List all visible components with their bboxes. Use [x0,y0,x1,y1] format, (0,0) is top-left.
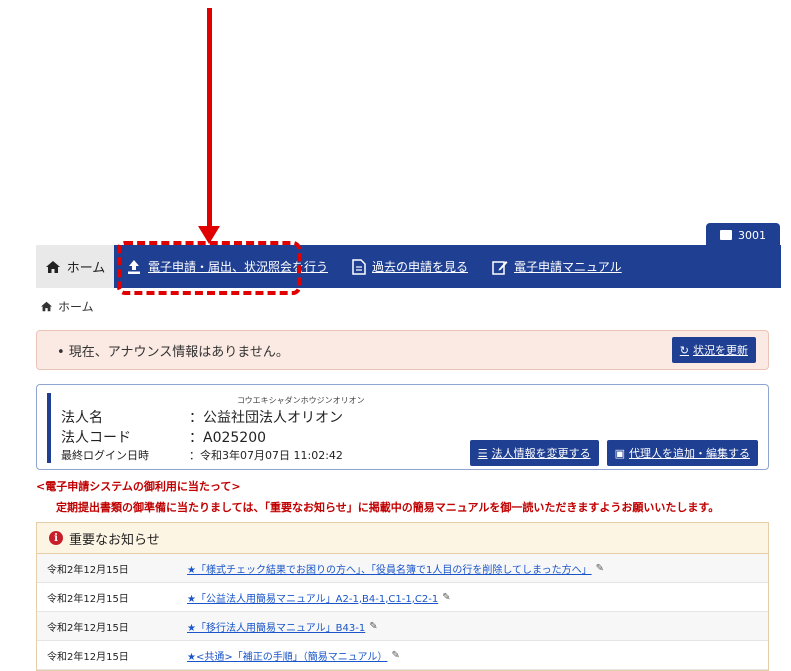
refresh-icon: ↻ [679,343,689,357]
id-card-icon: ▣ [614,446,625,460]
home-icon [41,301,52,312]
corp-actions: ☰ 法人情報を変更する ▣ 代理人を追加・編集する [469,440,758,466]
corp-code-label: 法人コード [61,430,131,446]
edit-agent-button[interactable]: ▣ 代理人を追加・編集する [606,440,758,466]
panel-accent-stripe [47,393,51,463]
corp-name-row: 法人名 ：公益社団法人オリオン [61,407,343,427]
breadcrumb-home[interactable]: ホーム [58,298,94,315]
important-news-header: i 重要なお知らせ [37,523,768,554]
important-news-title: 重要なお知らせ [69,532,160,548]
news-date: 令和2年12月15日 [47,593,129,605]
nav-manual-link[interactable]: 電子申請マニュアル [480,245,634,288]
last-login-value: ：令和3年07月07日 11:02:42 [189,449,343,462]
monitor-icon [720,230,732,240]
user-tab[interactable]: 3001 [706,223,780,247]
annotation-arrow-shaft [207,8,212,230]
last-login-row: 最終ログイン日時 ：令和3年07月07日 11:02:42 [61,447,343,463]
corporation-info-panel: コウエキシャダンホウジンオリオン 法人名 ：公益社団法人オリオン 法人コード ：… [36,384,769,470]
edit-agent-label: 代理人を追加・編集する [629,447,750,460]
corporation-kana: コウエキシャダンホウジンオリオン [237,396,365,405]
breadcrumb: ホーム [40,298,94,315]
nav-home-label: ホーム [66,261,106,276]
paperclip-icon: ✎ [391,649,400,661]
corp-code-value: ：A025200 [189,430,267,446]
news-date: 令和2年12月15日 [47,564,129,576]
nav-home-tab[interactable]: ホーム [36,245,114,288]
news-row: 令和2年12月15日 ★<共通>「補正の手順」（簡易マニュアル） ✎ [37,641,768,670]
info-icon: i [49,531,63,545]
change-corp-info-label: 法人情報を変更する [491,447,591,460]
usage-notice-title: <電子申請システムの御利用に当たって> [36,480,241,493]
edit-icon [492,260,508,275]
news-list: 令和2年12月15日 ★「様式チェック結果でお困りの方へ」、「役員名簿で1人目の… [37,554,768,670]
paperclip-icon: ✎ [442,591,451,603]
corp-code-row: 法人コード ：A025200 [61,427,266,447]
news-row: 令和2年12月15日 ★「公益法人用簡易マニュアル」A2-1,B4-1,C1-1… [37,583,768,612]
change-corp-info-button[interactable]: ☰ 法人情報を変更する [469,440,599,466]
news-date: 令和2年12月15日 [47,622,129,634]
refresh-status-button[interactable]: ↻ 状況を更新 [671,337,756,363]
home-icon [45,260,60,273]
refresh-status-label: 状況を更新 [693,344,748,357]
annotation-highlight-box [117,241,301,295]
user-tab-label: 3001 [738,228,766,242]
news-link[interactable]: ★「公益法人用簡易マニュアル」A2-1,B4-1,C1-1,C2-1 [187,590,438,605]
news-link[interactable]: ★<共通>「補正の手順」（簡易マニュアル） [187,648,387,663]
nav-manual-label: 電子申請マニュアル [514,260,622,274]
news-row: 令和2年12月15日 ★「様式チェック結果でお困りの方へ」、「役員名簿で1人目の… [37,554,768,583]
news-link[interactable]: ★「移行法人用簡易マニュアル」B43-1 [187,619,365,634]
announcement-message: • 現在、アナウンス情報はありません。 [57,344,289,360]
corp-name-label: 法人名 [61,410,103,426]
nav-history-link[interactable]: 過去の申請を見る [340,245,480,288]
last-login-label: 最終ログイン日時 [61,449,149,462]
announcement-panel: • 現在、アナウンス情報はありません。 ↻ 状況を更新 [36,330,769,370]
usage-notice-body: 定期提出書類の御準備に当たりましては、「重要なお知らせ」に掲載中の簡易マニュアル… [56,501,720,514]
important-news-panel: i 重要なお知らせ 令和2年12月15日 ★「様式チェック結果でお困りの方へ」、… [36,522,769,671]
list-icon: ☰ [477,446,488,460]
news-date: 令和2年12月15日 [47,651,129,663]
document-icon [352,258,366,275]
nav-history-label: 過去の申請を見る [372,260,469,274]
news-row: 令和2年12月15日 ★「移行法人用簡易マニュアル」B43-1 ✎ [37,612,768,641]
paperclip-icon: ✎ [595,562,605,574]
paperclip-icon: ✎ [369,620,378,632]
corp-name-value: ：公益社団法人オリオン [189,410,343,426]
news-link[interactable]: ★「様式チェック結果でお困りの方へ」、「役員名簿で1人目の行を削除してしまった方… [187,561,592,576]
